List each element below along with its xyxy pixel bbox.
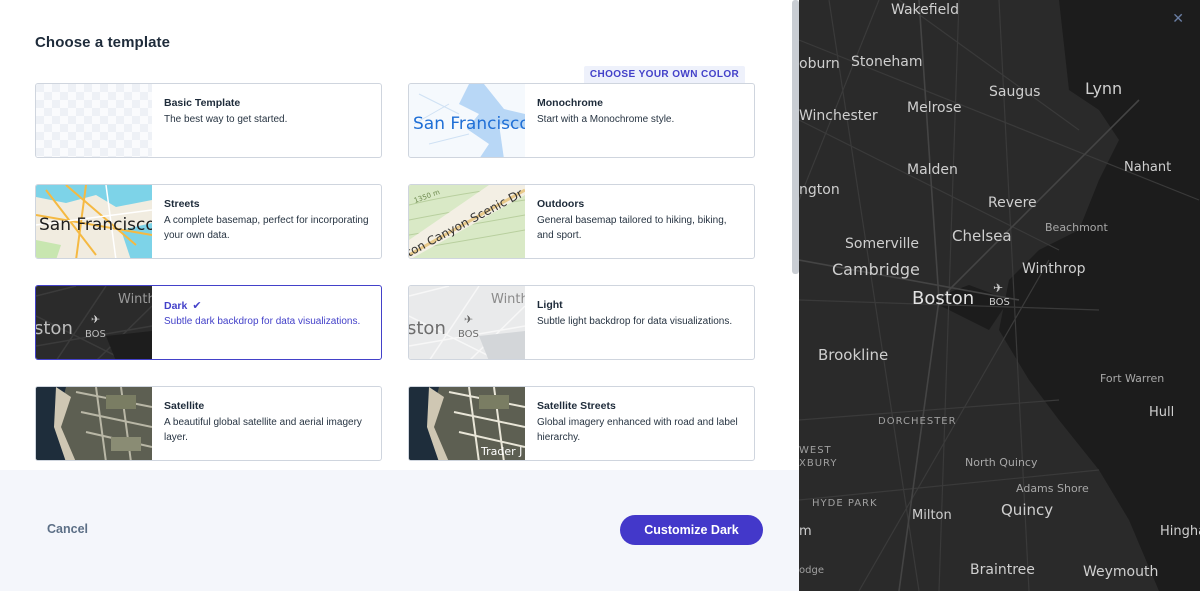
- template-description: General basemap tailored to hiking, biki…: [537, 215, 727, 241]
- dialog-title: Choose a template: [35, 34, 171, 51]
- template-name: Outdoors: [537, 198, 585, 210]
- light-thumb-label2: BOS: [458, 329, 479, 340]
- map-label: Stoneham: [851, 54, 923, 70]
- template-card-monochrome[interactable]: San Francisco Monochrome Start with a Mo…: [408, 83, 755, 158]
- map-label: Somerville: [845, 236, 920, 252]
- template-card-satellite-streets[interactable]: Trader J Satellite Streets Global imager…: [408, 386, 755, 461]
- monochrome-thumbnail: San Francisco: [409, 84, 525, 157]
- template-card-dark[interactable]: ston Winth ✈ BOS Dark ✔ Subtle dark backd…: [35, 285, 382, 360]
- map-label: Nahant: [1124, 160, 1172, 175]
- map-label: Weymouth: [1083, 564, 1159, 580]
- map-label: XBURY: [799, 458, 838, 469]
- map-label: Beachmont: [1045, 221, 1108, 234]
- dialog-footer: Cancel Customize Dark: [0, 470, 799, 591]
- light-thumbnail: ston Winth ✈ BOS: [409, 286, 525, 359]
- map-label: m: [799, 524, 812, 539]
- satellite-thumbnail: [36, 387, 152, 460]
- dark-thumb-label2: BOS: [85, 329, 106, 340]
- dark-thumb-label: ston: [36, 318, 73, 339]
- map-label: Boston: [912, 288, 975, 309]
- template-description: A complete basemap, perfect for incorpor…: [164, 215, 369, 241]
- light-thumb-label: ston: [409, 318, 446, 339]
- map-label: Chelsea: [952, 227, 1012, 245]
- map-label: Malden: [907, 162, 958, 178]
- basic-thumbnail: [36, 84, 152, 157]
- cancel-button[interactable]: Cancel: [47, 522, 88, 536]
- map-label: Winthrop: [1022, 261, 1086, 277]
- map-label: BOS: [989, 297, 1010, 308]
- map-label: Fort Warren: [1100, 372, 1165, 385]
- map-label: Melrose: [907, 100, 962, 116]
- close-icon[interactable]: ✕: [1172, 10, 1184, 27]
- template-description: The best way to get started.: [164, 114, 288, 125]
- map-label: Quincy: [1001, 501, 1054, 519]
- dark-thumbnail: ston Winth ✈ BOS: [36, 286, 152, 359]
- map-preview[interactable]: ✕ Wakefield Stoneham oburn Lynn Saugus M…: [799, 0, 1200, 591]
- map-label: Wakefield: [891, 2, 959, 18]
- template-name: Basic Template: [164, 97, 241, 109]
- monochrome-thumb-label: San Francisco: [413, 114, 525, 134]
- streets-thumb-label: San Francisco: [39, 215, 152, 235]
- map-label: Hull: [1149, 405, 1175, 420]
- template-description: A beautiful global satellite and aerial …: [164, 417, 362, 443]
- map-label: ngton: [799, 182, 840, 198]
- map-label: Milton: [912, 508, 952, 523]
- satellite-streets-thumbnail: Trader J: [409, 387, 525, 460]
- map-label: oburn: [799, 56, 840, 72]
- outdoors-thumbnail: ton Canyon Scenic Dr 1350 m: [409, 185, 525, 258]
- checkmark-icon: ✔: [192, 300, 202, 312]
- light-airplane-icon: ✈: [464, 313, 473, 326]
- light-thumb-label3: Winth: [491, 292, 525, 307]
- map-label: WEST: [799, 445, 832, 456]
- template-dialog: Choose a template CHOOSE YOUR OWN COLOR …: [0, 0, 799, 591]
- dark-airplane-icon: ✈: [91, 313, 100, 326]
- choose-own-color-button[interactable]: CHOOSE YOUR OWN COLOR: [584, 66, 745, 83]
- map-label: Cambridge: [832, 260, 920, 279]
- map-label: Saugus: [989, 84, 1041, 100]
- template-name: Dark ✔: [164, 300, 202, 312]
- map-label: Brookline: [818, 346, 889, 364]
- map-label: North Quincy: [965, 456, 1038, 469]
- map-label: Braintree: [970, 562, 1035, 578]
- airplane-icon: ✈: [993, 281, 1004, 295]
- template-name: Satellite: [164, 400, 205, 412]
- map-label: DORCHESTER: [878, 416, 957, 427]
- template-name: Monochrome: [537, 97, 603, 109]
- template-description: Subtle dark backdrop for data visualizat…: [164, 316, 361, 327]
- template-description: Global imagery enhanced with road and la…: [537, 417, 738, 443]
- template-description: Subtle light backdrop for data visualiza…: [537, 316, 733, 327]
- satellite-streets-thumb-label: Trader J: [480, 445, 522, 458]
- map-label: Hingha: [1160, 524, 1200, 539]
- map-label: Lynn: [1085, 79, 1123, 98]
- template-card-satellite[interactable]: Satellite A beautiful global satellite a…: [35, 386, 382, 461]
- customize-button[interactable]: Customize Dark: [620, 515, 763, 545]
- template-card-basic[interactable]: Basic Template The best way to get start…: [35, 83, 382, 158]
- dark-thumb-label3: Winth: [118, 292, 152, 307]
- map-label: odge: [799, 565, 824, 576]
- template-card-light[interactable]: ston Winth ✈ BOS Light Subtle light back…: [408, 285, 755, 360]
- template-description: Start with a Monochrome style.: [537, 114, 675, 125]
- map-label: Winchester: [799, 108, 878, 124]
- map-label: Adams Shore: [1016, 482, 1089, 495]
- template-name: Light: [537, 299, 563, 311]
- template-card-outdoors[interactable]: ton Canyon Scenic Dr 1350 m Outdoors Gen…: [408, 184, 755, 259]
- template-name: Satellite Streets: [537, 400, 616, 412]
- template-card-streets[interactable]: San Francisco Streets A complete basemap…: [35, 184, 382, 259]
- scrollbar[interactable]: [792, 0, 799, 274]
- map-label: HYDE PARK: [812, 498, 878, 509]
- template-name: Streets: [164, 198, 200, 210]
- streets-thumbnail: San Francisco: [36, 185, 152, 258]
- map-label: Revere: [988, 195, 1037, 211]
